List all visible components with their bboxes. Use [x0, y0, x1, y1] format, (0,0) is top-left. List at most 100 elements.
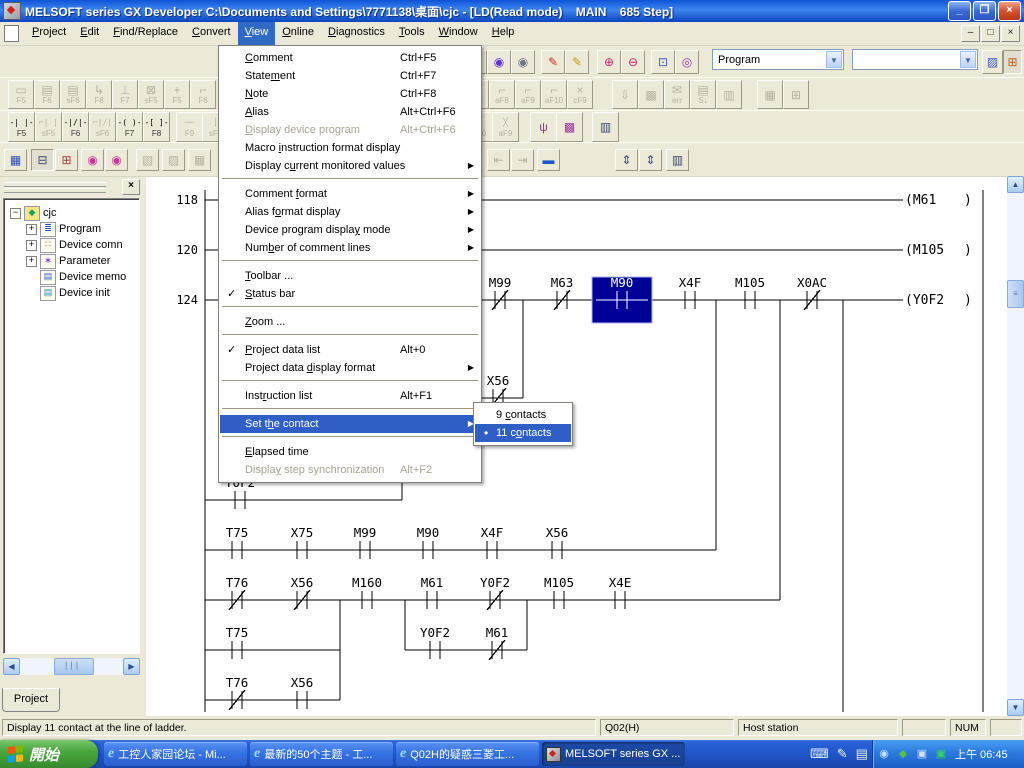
- ladder-contact-m61-nc[interactable]: M61: [486, 625, 509, 660]
- tb-instruction-tool-button[interactable]: -[ ]-F8: [143, 112, 170, 142]
- mdi-document-icon[interactable]: [4, 25, 19, 42]
- tb-sfc-ins-button[interactable]: +F5: [164, 80, 190, 109]
- tb-zoom-reduce-button[interactable]: ⊖: [621, 50, 645, 74]
- panel-grip[interactable]: ×: [2, 179, 142, 195]
- tb-trace-a-button[interactable]: ▧: [136, 149, 159, 171]
- ladder-contact-m105[interactable]: M105: [544, 575, 574, 609]
- menuitem-device-program-display-mode[interactable]: Device program display mode▶: [220, 221, 480, 239]
- scroll-up-icon[interactable]: ▲: [1007, 176, 1024, 193]
- tb-trace-c-button[interactable]: ▦: [188, 149, 211, 171]
- ladder-coil-m105[interactable]: (M105): [905, 243, 972, 258]
- tb-tile-windows-button[interactable]: ⊡: [651, 50, 675, 74]
- menu-online[interactable]: Online: [275, 22, 321, 45]
- menuitem-toolbar[interactable]: Toolbar ...: [220, 267, 480, 285]
- scroll-left-icon[interactable]: ◀: [3, 658, 20, 675]
- tb-wire-del-button[interactable]: ×cF9: [567, 80, 593, 109]
- tb-sort-a-button[interactable]: ⇕: [615, 149, 638, 171]
- tree-item-device-memo[interactable]: ▤Device memo: [4, 269, 139, 285]
- tb-monitor-step-button[interactable]: ▤S↓: [690, 80, 716, 109]
- tb-monitor-grid-button[interactable]: ▦: [757, 80, 783, 109]
- tb-project-data-list-toggle-button[interactable]: ⊟: [31, 149, 54, 171]
- menuitem-macro-instruction-format-display[interactable]: Macro instruction format display: [220, 139, 480, 157]
- menuitem-instruction-list[interactable]: Instruction listAlt+F1: [220, 387, 480, 405]
- ladder-contact-t76-nc[interactable]: T76: [226, 675, 249, 710]
- tb-vline-del-button[interactable]: ╳aF9: [492, 112, 519, 142]
- tb-doc-edit-button[interactable]: ▨: [982, 50, 1003, 74]
- tb-closed-branch-button[interactable]: ⌐|/|sF6: [89, 112, 116, 142]
- submenuitem-11-contacts[interactable]: •11 contacts: [475, 424, 571, 442]
- tb-online-edit-button[interactable]: ▥: [592, 112, 619, 142]
- tb-wire-c-button[interactable]: ⌐aF9: [515, 80, 541, 109]
- tb-find-device-button[interactable]: ◉: [487, 50, 511, 74]
- ladder-contact-x4f[interactable]: X4F: [481, 525, 504, 559]
- menuitem-set-the-contact[interactable]: Set the contact▶: [220, 415, 480, 433]
- tb-coil-tool-button[interactable]: -( )-F7: [116, 112, 143, 142]
- ladder-contact-m105[interactable]: M105: [735, 275, 765, 309]
- ladder-contact-t75[interactable]: T75: [226, 525, 249, 559]
- combo-dropdown-icon[interactable]: ▼: [960, 51, 976, 68]
- submenuitem-9-contacts[interactable]: 9 contacts: [475, 406, 571, 424]
- menu-help[interactable]: Help: [485, 22, 522, 45]
- ladder-contact-m160[interactable]: M160: [352, 575, 382, 609]
- mdi-close-button[interactable]: ×: [1001, 25, 1020, 42]
- menuitem-status-bar[interactable]: ✓Status bar: [220, 285, 480, 303]
- tb-find-magnifier-button[interactable]: ◉: [81, 149, 104, 171]
- menu-find-replace[interactable]: Find/Replace: [106, 22, 185, 45]
- tree-item-device-init[interactable]: ▤Device init: [4, 285, 139, 301]
- program-type-combobox[interactable]: Program ▼: [712, 49, 844, 70]
- tb-sfc-jump-button[interactable]: ↳F8: [86, 80, 112, 109]
- tb-sfc-step2-button[interactable]: ▤sF6: [60, 80, 86, 109]
- menuitem-comment[interactable]: CommentCtrl+F5: [220, 49, 480, 67]
- ladder-vertical-scrollbar[interactable]: ▲ ≡ ▼: [1007, 176, 1024, 716]
- ladder-contact-x0ac-nc[interactable]: X0AC: [797, 275, 827, 310]
- menuitem-elapsed-time[interactable]: Elapsed time: [220, 443, 480, 461]
- antivirus-icon[interactable]: ◆: [895, 746, 911, 762]
- tb-edit-statement-button[interactable]: ✎: [565, 50, 589, 74]
- taskbar-task-4[interactable]: MELSOFT series GX ...: [542, 742, 685, 766]
- menuitem-number-of-comment-lines[interactable]: Number of comment lines▶: [220, 239, 480, 257]
- scroll-down-icon[interactable]: ▼: [1007, 699, 1024, 716]
- menu-convert[interactable]: Convert: [185, 22, 238, 45]
- tb-monitor-start-button[interactable]: ⇩: [612, 80, 638, 109]
- ladder-contact-x56[interactable]: X56: [546, 525, 569, 559]
- tb-device-test-grid-button[interactable]: ▥: [666, 149, 689, 171]
- mdi-minimize-button[interactable]: –: [961, 25, 980, 42]
- ladder-contact-m99-nc[interactable]: M99: [489, 275, 512, 310]
- menuitem-project-data-list[interactable]: ✓Project data listAlt+0: [220, 341, 480, 359]
- tb-pulse-tool-button[interactable]: ψ: [530, 112, 557, 142]
- ladder-contact-t76-nc[interactable]: T76: [226, 575, 249, 610]
- taskbar-task-1[interactable]: e工控人家园论坛 - Mi...: [104, 742, 247, 766]
- expand-icon[interactable]: +: [26, 224, 37, 235]
- expand-icon[interactable]: +: [26, 256, 37, 267]
- tb-find-magnifier-edit-button[interactable]: ◉: [105, 149, 128, 171]
- menu-project[interactable]: Project: [25, 22, 73, 45]
- tb-monitor-pause-button[interactable]: ▥: [716, 80, 742, 109]
- mdi-restore-button[interactable]: □: [981, 25, 1000, 42]
- device-combobox[interactable]: ▼: [852, 49, 978, 70]
- scroll-thumb[interactable]: ≡: [1007, 280, 1024, 308]
- tb-sfc-step-button[interactable]: ▤F6: [34, 80, 60, 109]
- ladder-contact-t75[interactable]: T75: [226, 625, 249, 659]
- ladder-contact-m99[interactable]: M99: [354, 525, 377, 559]
- network-icon[interactable]: ▣: [914, 746, 930, 762]
- menu-window[interactable]: Window: [432, 22, 485, 45]
- ladder-coil-y0f2[interactable]: (Y0F2): [905, 293, 972, 308]
- tb-shift-left-button[interactable]: ⇤: [487, 149, 510, 171]
- tree-horizontal-scrollbar[interactable]: ◀ ▏▏▏ ▶: [3, 658, 140, 675]
- menu-view[interactable]: View: [238, 22, 276, 45]
- collapse-icon[interactable]: −: [10, 208, 21, 219]
- panel-close-icon[interactable]: ×: [122, 179, 140, 195]
- menuitem-note[interactable]: NoteCtrl+F8: [220, 85, 480, 103]
- menuitem-display-step-synchronization[interactable]: Display step synchronizationAlt+F2: [220, 461, 480, 479]
- ladder-contact-m63-nc[interactable]: M63: [551, 275, 574, 310]
- minimize-button[interactable]: _: [948, 1, 971, 21]
- messenger-icon[interactable]: ◉: [876, 746, 892, 762]
- tb-sfc-del-button[interactable]: ⊠sF5: [138, 80, 164, 109]
- menuitem-zoom[interactable]: Zoom ...: [220, 313, 480, 331]
- tb-trace-b-button[interactable]: ▨: [162, 149, 185, 171]
- menuitem-display-current-monitored-values[interactable]: Display current monitored values▶: [220, 157, 480, 175]
- menu-tools[interactable]: Tools: [392, 22, 432, 45]
- menuitem-comment-format[interactable]: Comment format▶: [220, 185, 480, 203]
- tb-comment-blue-bar-button[interactable]: ▬: [537, 149, 560, 171]
- menu-edit[interactable]: Edit: [73, 22, 106, 45]
